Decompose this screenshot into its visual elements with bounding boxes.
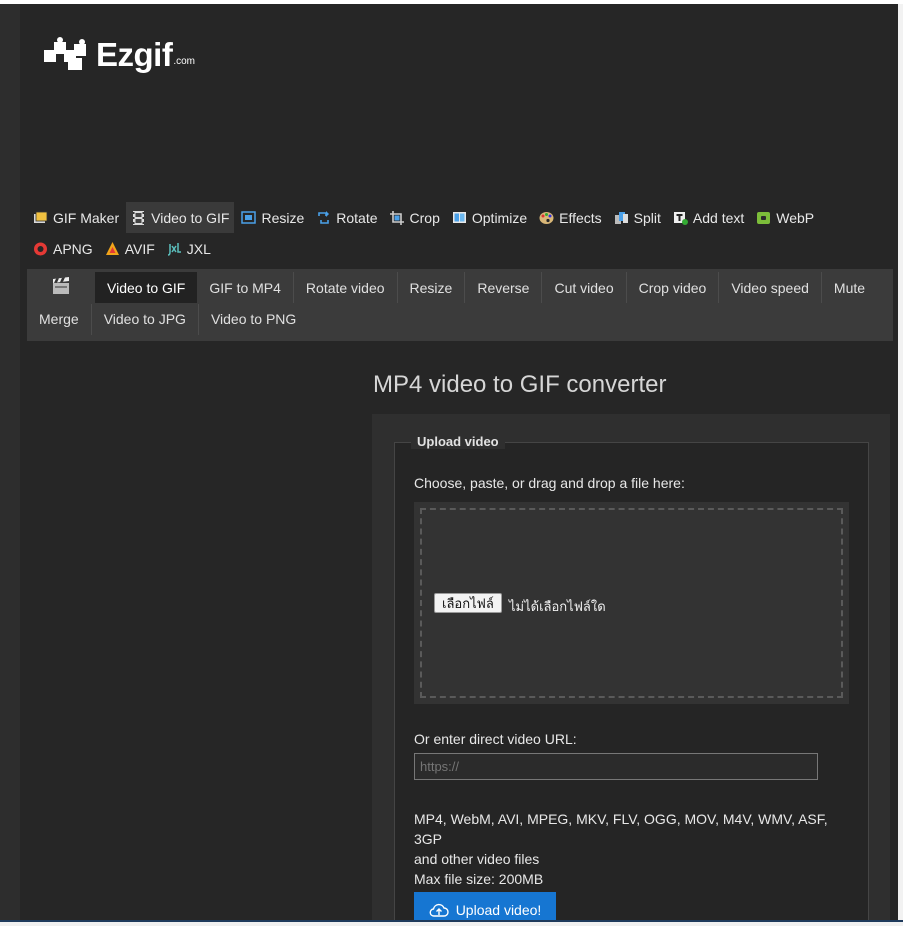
nav-jxl[interactable]: JXL — [162, 233, 216, 264]
window-left-edge — [0, 4, 20, 920]
main-nav-row-2: APNG AVIF JXL — [28, 233, 888, 264]
avif-icon — [105, 241, 120, 256]
url-label: Or enter direct video URL: — [414, 731, 577, 747]
nav-video-to-gif[interactable]: Video to GIF — [126, 202, 235, 233]
site-logo[interactable]: Ezgif .com — [42, 36, 195, 72]
upload-fieldset: Upload video Choose, paste, or drag and … — [394, 434, 869, 922]
palette-icon — [539, 211, 554, 225]
choose-file-button[interactable]: เลือกไฟล์ — [434, 593, 502, 613]
window-right-edge — [898, 4, 903, 922]
max-file-size: Max file size: 200MB — [414, 871, 544, 887]
upload-panel: Upload video Choose, paste, or drag and … — [372, 414, 890, 922]
formats-line-2: and other video files — [414, 851, 540, 867]
split-icon — [614, 211, 629, 225]
video-section-icon-cell — [27, 272, 95, 303]
logo-name: Ezgif — [96, 36, 173, 73]
nav-gif-maker[interactable]: GIF Maker — [28, 202, 124, 233]
webp-icon — [756, 211, 771, 225]
nav-avif[interactable]: AVIF — [100, 233, 160, 264]
subnav-rotate-video[interactable]: Rotate video — [294, 272, 398, 303]
resize-icon — [241, 210, 257, 225]
nav-label: JXL — [186, 240, 211, 257]
cloud-upload-icon — [429, 903, 449, 917]
nav-label: Optimize — [471, 209, 528, 226]
clapperboard-icon — [51, 276, 71, 299]
add-text-icon — [673, 211, 688, 225]
subnav-resize[interactable]: Resize — [398, 272, 466, 303]
gif-maker-icon — [33, 211, 48, 225]
optimize-icon — [452, 211, 467, 225]
nav-split[interactable]: Split — [609, 202, 666, 233]
nav-apng[interactable]: APNG — [28, 233, 98, 264]
nav-webp[interactable]: WebP — [751, 202, 819, 233]
subnav-reverse[interactable]: Reverse — [465, 272, 543, 303]
film-icon — [131, 210, 146, 225]
nav-crop[interactable]: Crop — [385, 202, 445, 233]
crop-icon — [389, 210, 405, 225]
nav-label: APNG — [53, 240, 93, 257]
ezgif-logo-icon — [44, 37, 86, 70]
subnav-cut-video[interactable]: Cut video — [542, 272, 627, 303]
subnav-crop-video[interactable]: Crop video — [627, 272, 720, 303]
sub-nav-row-2: Merge Video to JPG Video to PNG — [27, 303, 893, 335]
nav-label: WebP — [776, 209, 815, 226]
formats-line-1: MP4, WebM, AVI, MPEG, MKV, FLV, OGG, MOV… — [414, 811, 828, 847]
nav-label: Effects — [559, 209, 602, 226]
nav-label: Crop — [409, 209, 440, 226]
subnav-video-speed[interactable]: Video speed — [719, 272, 822, 303]
nav-label: Video to GIF — [151, 209, 230, 226]
nav-resize[interactable]: Resize — [236, 202, 309, 233]
nav-label: AVIF — [124, 240, 155, 257]
subnav-video-to-gif[interactable]: Video to GIF — [95, 272, 198, 303]
nav-label: Split — [633, 209, 661, 226]
rotate-icon — [316, 210, 331, 225]
main-nav: GIF Maker Video to GIF Resize Rotate Cro… — [28, 202, 888, 264]
nav-add-text[interactable]: Add text — [668, 202, 749, 233]
jxl-icon — [167, 242, 182, 256]
subnav-gif-to-mp4[interactable]: GIF to MP4 — [197, 272, 294, 303]
nav-label: Rotate — [336, 209, 378, 226]
nav-label: GIF Maker — [53, 209, 120, 226]
upload-button-label: Upload video! — [455, 902, 542, 918]
logo-domain: .com — [173, 56, 195, 67]
choose-file-label: Choose, paste, or drag and drop a file h… — [414, 475, 685, 491]
apng-icon — [33, 242, 48, 256]
no-file-selected-text: ไม่ได้เลือกไฟล์ใด — [509, 599, 606, 614]
nav-rotate[interactable]: Rotate — [311, 202, 382, 233]
page-title: MP4 video to GIF converter — [373, 371, 667, 398]
taskbar-edge — [0, 920, 903, 926]
subnav-video-to-jpg[interactable]: Video to JPG — [92, 303, 199, 335]
sub-nav-row-1: Video to GIF GIF to MP4 Rotate video Res… — [27, 269, 893, 303]
page: Ezgif .com GIF Maker Video to GIF Resize — [20, 4, 898, 922]
upload-video-button[interactable]: Upload video! — [414, 892, 556, 922]
nav-effects[interactable]: Effects — [534, 202, 607, 233]
nav-label: Resize — [261, 209, 305, 226]
main-nav-row-1: GIF Maker Video to GIF Resize Rotate Cro… — [28, 202, 888, 233]
video-url-input[interactable] — [414, 753, 818, 780]
supported-formats: MP4, WebM, AVI, MPEG, MKV, FLV, OGG, MOV… — [414, 809, 854, 889]
nav-optimize[interactable]: Optimize — [447, 202, 532, 233]
subnav-merge[interactable]: Merge — [27, 303, 92, 335]
subnav-video-to-png[interactable]: Video to PNG — [199, 304, 308, 335]
sub-nav: Video to GIF GIF to MP4 Rotate video Res… — [27, 269, 893, 341]
subnav-mute[interactable]: Mute — [822, 272, 877, 303]
file-drop-zone[interactable]: เลือกไฟล์ ไม่ได้เลือกไฟล์ใด — [414, 502, 849, 704]
nav-label: Add text — [692, 209, 745, 226]
